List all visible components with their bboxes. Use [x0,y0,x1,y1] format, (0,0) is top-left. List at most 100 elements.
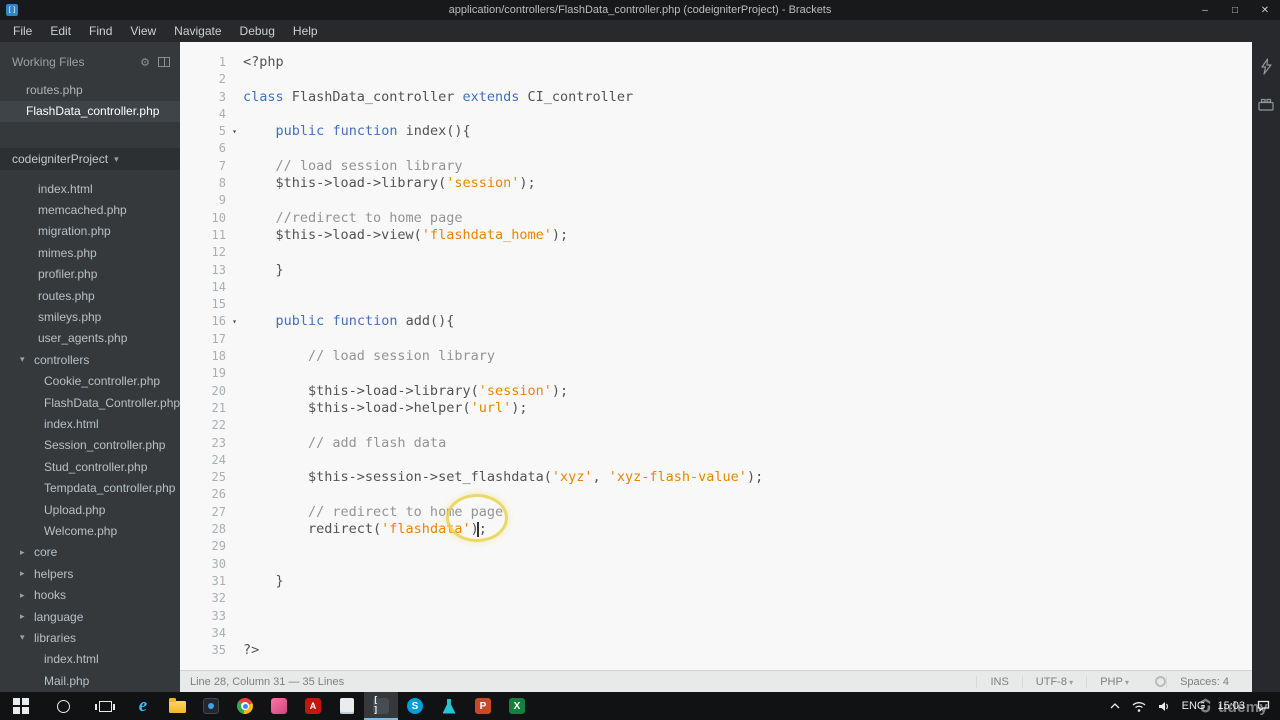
code-line-16[interactable]: 16 ▾ public function add(){ [180,313,1252,330]
code-line-26[interactable]: 26 [180,486,1252,503]
gear-icon[interactable]: ⚙ [140,56,150,69]
code-line-20[interactable]: 20 $this->load->library('session'); [180,383,1252,400]
folder-collapsed-icon[interactable]: ▸ [20,568,34,579]
fold-arrow-icon[interactable]: ▾ [226,313,243,330]
file-Cookie_controller.php[interactable]: Cookie_controller.php [0,371,180,392]
code-line-4[interactable]: 4 [180,106,1252,123]
taskbar-brackets[interactable]: [ ] [364,692,398,720]
code-line-3[interactable]: 3 class FlashData_controller extends CI_c… [180,89,1252,106]
code-line-11[interactable]: 11 $this->load->view('flashdata_home'); [180,227,1252,244]
code-line-8[interactable]: 8 $this->load->library('session'); [180,175,1252,192]
code-line-13[interactable]: 13 } [180,262,1252,279]
code-line-21[interactable]: 21 $this->load->helper('url'); [180,400,1252,417]
live-preview-icon[interactable] [1260,58,1273,80]
fold-arrow-icon[interactable]: ▾ [226,123,243,140]
insert-mode-toggle[interactable]: INS [976,675,1021,688]
folder-core[interactable]: ▸ core [0,542,180,563]
folder-language[interactable]: ▸ language [0,606,180,627]
taskbar-screen-recorder[interactable] [194,692,228,720]
lint-indicator-icon[interactable] [1155,676,1167,687]
indent-setting[interactable]: Spaces: 4 [1166,675,1242,688]
code-line-29[interactable]: 29 [180,538,1252,555]
taskbar-skype[interactable]: S [398,692,432,720]
file-index.html[interactable]: index.html [0,413,180,434]
menu-edit[interactable]: Edit [41,20,80,42]
folder-expanded-icon[interactable]: ▾ [20,632,34,643]
file-Tempdata_controller.php[interactable]: Tempdata_controller.php [0,477,180,498]
code-line-17[interactable]: 17 [180,331,1252,348]
close-button[interactable]: ✕ [1250,0,1280,20]
working-file-FlashData_controller.php[interactable]: FlashData_controller.php [0,101,180,122]
code-line-9[interactable]: 9 [180,192,1252,209]
file-Stud_controller.php[interactable]: Stud_controller.php [0,456,180,477]
file-Session_controller.php[interactable]: Session_controller.php [0,435,180,456]
language-indicator[interactable]: ENG [1182,700,1206,712]
menu-file[interactable]: File [4,20,41,42]
hidden-icons-button[interactable] [1110,703,1120,709]
network-icon[interactable] [1132,701,1146,712]
file-smileys.php[interactable]: smileys.php [0,306,180,327]
file-profiler.php[interactable]: profiler.php [0,264,180,285]
file-index.html[interactable]: index.html [0,178,180,199]
code-line-5[interactable]: 5 ▾ public function index(){ [180,123,1252,140]
code-line-33[interactable]: 33 [180,608,1252,625]
code-line-7[interactable]: 7 // load session library [180,158,1252,175]
menu-help[interactable]: Help [284,20,327,42]
file-index.html[interactable]: index.html [0,649,180,670]
editor-pane[interactable]: 1 <?php 2 3 class FlashData_controller exten… [180,42,1252,692]
maximize-button[interactable]: □ [1220,0,1250,20]
file-Mail.php[interactable]: Mail.php [0,670,180,691]
folder-expanded-icon[interactable]: ▾ [20,354,34,365]
code-line-25[interactable]: 25 $this->session->set_flashdata('xyz', … [180,469,1252,486]
code-line-22[interactable]: 22 [180,417,1252,434]
start-button[interactable] [0,692,42,720]
file-mimes.php[interactable]: mimes.php [0,242,180,263]
code-line-14[interactable]: 14 [180,279,1252,296]
code-line-15[interactable]: 15 [180,296,1252,313]
project-selector[interactable]: codeigniterProject ▾ [0,148,180,170]
working-file-routes.php[interactable]: routes.php [0,80,180,101]
taskbar-photos[interactable] [262,692,296,720]
menu-view[interactable]: View [121,20,165,42]
file-FlashData_Controller.php[interactable]: FlashData_Controller.php [0,392,180,413]
folder-collapsed-icon[interactable]: ▸ [20,590,34,601]
code-line-28[interactable]: 28 redirect('flashdata'); [180,521,1252,538]
extension-manager-icon[interactable] [1258,98,1274,116]
code-line-30[interactable]: 30 [180,556,1252,573]
split-view-icon[interactable] [158,57,170,67]
taskbar-excel[interactable]: X [500,692,534,720]
folder-collapsed-icon[interactable]: ▸ [20,547,34,558]
menu-find[interactable]: Find [80,20,121,42]
volume-icon[interactable] [1158,701,1170,712]
taskbar-powerpoint[interactable]: P [466,692,500,720]
file-user_agents.php[interactable]: user_agents.php [0,328,180,349]
search-button[interactable] [42,692,84,720]
code-line-24[interactable]: 24 [180,452,1252,469]
folder-libraries[interactable]: ▾ libraries [0,627,180,648]
minimize-button[interactable]: – [1190,0,1220,20]
clock[interactable]: 15:03 [1217,700,1245,712]
folder-hooks[interactable]: ▸ hooks [0,584,180,605]
file-routes.php[interactable]: routes.php [0,285,180,306]
taskbar-chrome[interactable] [228,692,262,720]
language-select[interactable]: PHP [1086,675,1142,688]
taskbar-file-explorer[interactable] [160,692,194,720]
folder-collapsed-icon[interactable]: ▸ [20,611,34,622]
taskbar-flask-tool[interactable] [432,692,466,720]
code-line-6[interactable]: 6 [180,140,1252,157]
menu-debug[interactable]: Debug [231,20,284,42]
task-view-button[interactable] [84,692,126,720]
code-line-32[interactable]: 32 [180,590,1252,607]
taskbar-internet-explorer[interactable]: e [126,692,160,720]
code-line-10[interactable]: 10 //redirect to home page [180,210,1252,227]
code-line-18[interactable]: 18 // load session library [180,348,1252,365]
file-Upload.php[interactable]: Upload.php [0,499,180,520]
taskbar-acrobat[interactable]: A [296,692,330,720]
code-line-1[interactable]: 1 <?php [180,54,1252,71]
file-memcached.php[interactable]: memcached.php [0,199,180,220]
code-line-27[interactable]: 27 // redirect to home page [180,504,1252,521]
code-line-23[interactable]: 23 // add flash data [180,435,1252,452]
encoding-select[interactable]: UTF-8 [1021,675,1086,688]
code-line-12[interactable]: 12 [180,244,1252,261]
code-line-19[interactable]: 19 [180,365,1252,382]
